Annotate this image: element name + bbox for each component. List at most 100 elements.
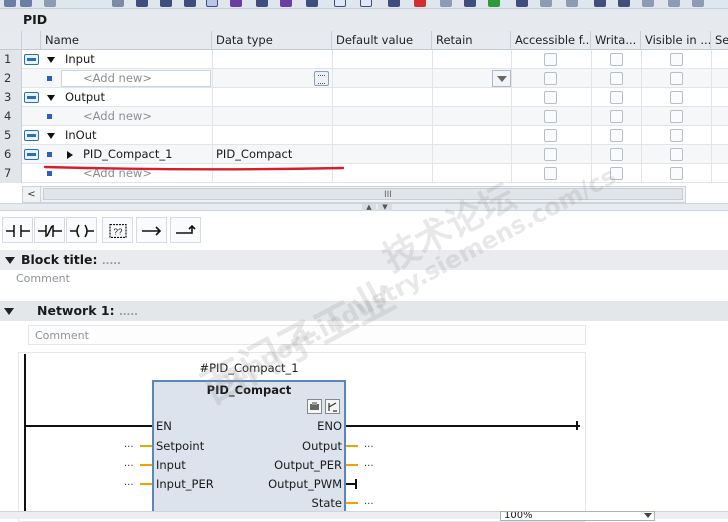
expand-triangle-icon[interactable] (47, 57, 55, 63)
table-row[interactable]: 5 InOut (0, 126, 728, 145)
toolbar-icon[interactable] (44, 0, 56, 7)
block-commissioning-icon[interactable] (325, 399, 340, 414)
output-coil-button[interactable] (66, 217, 97, 243)
state-operand[interactable]: ... (364, 496, 374, 507)
checkbox[interactable] (544, 53, 557, 66)
column-header-datatype[interactable]: Data type (212, 31, 332, 50)
split-up-arrow[interactable]: ▲ (362, 204, 376, 211)
checkbox[interactable] (544, 110, 557, 123)
input-per-operand[interactable]: ... (124, 477, 134, 488)
toolbar-icon[interactable] (360, 0, 372, 7)
network-header[interactable]: Network 1: ..... (0, 301, 728, 321)
input-operand[interactable]: ... (124, 458, 134, 469)
output-per-operand[interactable]: ... (364, 458, 374, 469)
network-comment-field[interactable]: Comment (28, 325, 586, 345)
toolbar-icon[interactable] (112, 0, 124, 7)
table-row[interactable]: 6 PID_Compact_1 PID_Compact (0, 145, 728, 164)
datatype-dropdown-button[interactable] (492, 70, 511, 87)
column-header-retain[interactable]: Retain (432, 31, 511, 50)
toolbar-icon[interactable] (388, 0, 400, 7)
checkbox[interactable] (610, 129, 623, 142)
row-number[interactable]: 5 (0, 126, 22, 145)
table-row[interactable]: 1 Input (0, 50, 728, 69)
name-cell[interactable]: Input (65, 50, 95, 69)
column-header-default-value[interactable]: Default value (332, 31, 432, 50)
toolbar-icon[interactable] (540, 0, 552, 7)
toolbar-icon[interactable] (206, 0, 218, 7)
toolbar-icon[interactable] (160, 0, 172, 7)
toolbar-icon[interactable] (618, 0, 630, 7)
row-number[interactable]: 4 (0, 107, 22, 126)
expand-triangle-icon[interactable] (47, 95, 55, 101)
column-header-setpoint[interactable]: Se (711, 31, 728, 50)
open-branch-button[interactable] (136, 217, 167, 243)
column-header-accessible[interactable]: Accessible f... (511, 31, 591, 50)
setpoint-operand[interactable]: ... (124, 439, 134, 450)
add-new-cell[interactable]: <Add new> (83, 69, 152, 88)
checkbox[interactable] (670, 148, 683, 161)
toolbar-icon[interactable] (566, 0, 578, 7)
column-header-name[interactable]: Name (41, 31, 212, 50)
zoom-select[interactable]: 100% (500, 511, 655, 521)
name-cell[interactable]: Output (65, 88, 105, 107)
checkbox[interactable] (670, 167, 683, 180)
checkbox[interactable] (670, 91, 683, 104)
column-header-writable[interactable]: Writa... (591, 31, 641, 50)
checkbox[interactable] (670, 53, 683, 66)
checkbox[interactable] (544, 72, 557, 85)
normally-open-contact-button[interactable] (2, 217, 33, 243)
toolbar-icon[interactable] (136, 0, 148, 7)
toolbar-icon[interactable] (692, 0, 704, 7)
toolbar-icon[interactable] (256, 0, 268, 7)
checkbox[interactable] (610, 110, 623, 123)
collapsed-triangle-icon[interactable] (67, 151, 73, 159)
checkbox[interactable] (610, 167, 623, 180)
instance-db-label[interactable]: #PID_Compact_1 (152, 361, 346, 375)
toolbar-icon[interactable] (280, 0, 292, 7)
checkbox[interactable] (610, 91, 623, 104)
table-row[interactable]: 3 Output (0, 88, 728, 107)
toolbar-icon[interactable] (20, 0, 32, 7)
expand-triangle-icon[interactable] (47, 133, 55, 139)
row-number[interactable]: 1 (0, 50, 22, 69)
output-operand[interactable]: ... (364, 439, 374, 450)
toolbar-icon[interactable] (440, 0, 452, 7)
collapse-triangle-icon[interactable] (4, 308, 14, 315)
checkbox[interactable] (610, 72, 623, 85)
table-horizontal-scrollbar[interactable]: < III (22, 186, 686, 203)
checkbox[interactable] (544, 167, 557, 180)
toolbar-icon[interactable] (306, 0, 318, 7)
table-row[interactable]: 2 <Add new> (0, 69, 728, 88)
normally-closed-contact-button[interactable] (34, 217, 65, 243)
block-config-icon[interactable] (307, 399, 322, 414)
column-header-visible[interactable]: Visible in ... (641, 31, 711, 50)
toolbar-icon[interactable] (334, 0, 346, 7)
row-number[interactable]: 2 (0, 69, 22, 88)
toolbar-icon[interactable] (594, 0, 606, 7)
name-cell[interactable]: PID_Compact_1 (83, 145, 172, 164)
toolbar-icon[interactable] (642, 0, 654, 7)
toolbar-icon[interactable] (464, 0, 476, 7)
toolbar-icon[interactable] (230, 0, 242, 7)
checkbox[interactable] (610, 148, 623, 161)
pane-splitter[interactable]: ▲ ▼ (0, 203, 728, 211)
toolbar-icon[interactable] (668, 0, 680, 7)
toolbar-icon[interactable] (488, 0, 500, 7)
datatype-cell[interactable]: PID_Compact (216, 145, 292, 164)
block-title-bar[interactable]: Block title: ..... (0, 250, 728, 270)
checkbox[interactable] (544, 129, 557, 142)
toolbar-icon[interactable] (4, 0, 16, 7)
name-cell[interactable]: InOut (65, 126, 97, 145)
toolbar-icon[interactable] (414, 0, 426, 7)
row-number[interactable]: 6 (0, 145, 22, 164)
block-comment[interactable]: Comment (16, 272, 70, 285)
collapse-triangle-icon[interactable] (5, 257, 15, 264)
checkbox[interactable] (670, 110, 683, 123)
row-number[interactable]: 3 (0, 88, 22, 107)
toolbar-icon[interactable] (184, 0, 196, 7)
close-branch-button[interactable] (170, 217, 201, 243)
scroll-thumb[interactable]: III (43, 188, 683, 200)
row-number[interactable]: 7 (0, 164, 22, 183)
add-new-cell[interactable]: <Add new> (83, 107, 152, 126)
checkbox[interactable] (610, 53, 623, 66)
